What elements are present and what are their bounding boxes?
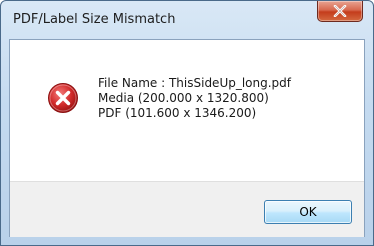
message-pdf-size: PDF (101.600 x 1346.200) (98, 106, 257, 120)
window-title: PDF/Label Size Mismatch (13, 12, 176, 27)
title-bar[interactable]: PDF/Label Size Mismatch (1, 1, 373, 39)
message-area: File Name : ThisSideUp_long.pdf Media (2… (10, 40, 364, 180)
message-media-size: Media (200.000 x 1320.800) (98, 91, 269, 105)
message-text: File Name : ThisSideUp_long.pdf Media (2… (98, 76, 291, 121)
close-icon (333, 5, 347, 17)
ok-button[interactable]: OK (264, 200, 352, 224)
message-file-name: File Name : ThisSideUp_long.pdf (98, 76, 292, 90)
button-bar: OK (10, 181, 364, 237)
dialog-client-area: File Name : ThisSideUp_long.pdf Media (2… (9, 39, 365, 237)
dialog-window: PDF/Label Size Mismatch File Name: This… (0, 0, 374, 246)
close-button[interactable] (317, 1, 363, 22)
error-icon (48, 83, 78, 113)
